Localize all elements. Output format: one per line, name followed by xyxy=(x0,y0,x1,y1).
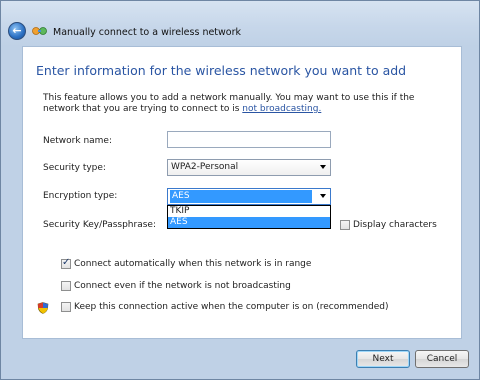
uac-shield-icon xyxy=(37,302,49,314)
keep-active-label: Keep this connection active when the com… xyxy=(74,302,389,312)
display-characters-label: Display characters xyxy=(353,220,437,230)
encryption-type-label: Encryption type: xyxy=(43,191,118,201)
not-broadcasting-link[interactable]: not broadcasting. xyxy=(242,104,321,114)
encryption-option-tkip[interactable]: TKIP xyxy=(168,206,330,217)
security-type-select[interactable]: WPA2-Personal xyxy=(167,159,331,176)
wizard-window: ← Manually connect to a wireless network… xyxy=(0,0,480,380)
encryption-option-aes[interactable]: AES xyxy=(168,217,330,228)
page-heading: Enter information for the wireless netwo… xyxy=(36,63,407,78)
encryption-dropdown-list: TKIP AES xyxy=(167,205,331,229)
network-name-input[interactable] xyxy=(167,131,331,148)
connect-even-checkbox[interactable] xyxy=(61,281,71,291)
keep-active-checkbox[interactable] xyxy=(61,302,71,312)
chevron-down-icon xyxy=(320,194,326,198)
security-type-label: Security type: xyxy=(43,163,106,173)
next-button[interactable]: Next xyxy=(356,350,410,368)
description-text: This feature allows you to add a network… xyxy=(43,93,415,114)
window-title: Manually connect to a wireless network xyxy=(53,27,242,38)
connect-even-label: Connect even if the network is not broad… xyxy=(74,281,291,291)
network-icon xyxy=(32,27,47,35)
title-bar: ← Manually connect to a wireless network xyxy=(1,1,479,44)
back-arrow-icon[interactable]: ← xyxy=(8,22,26,40)
cancel-button[interactable]: Cancel xyxy=(415,350,469,368)
connect-automatically-label: Connect automatically when this network … xyxy=(74,259,312,269)
connect-automatically-checkbox[interactable] xyxy=(61,257,71,269)
network-name-label: Network name: xyxy=(43,136,112,146)
chevron-down-icon xyxy=(320,165,326,169)
encryption-type-select[interactable]: AES xyxy=(167,188,331,205)
encryption-type-value: AES xyxy=(170,190,312,203)
display-characters-checkbox[interactable] xyxy=(340,220,350,230)
security-key-label: Security Key/Passphrase: xyxy=(43,220,156,230)
security-type-value: WPA2-Personal xyxy=(171,162,239,172)
